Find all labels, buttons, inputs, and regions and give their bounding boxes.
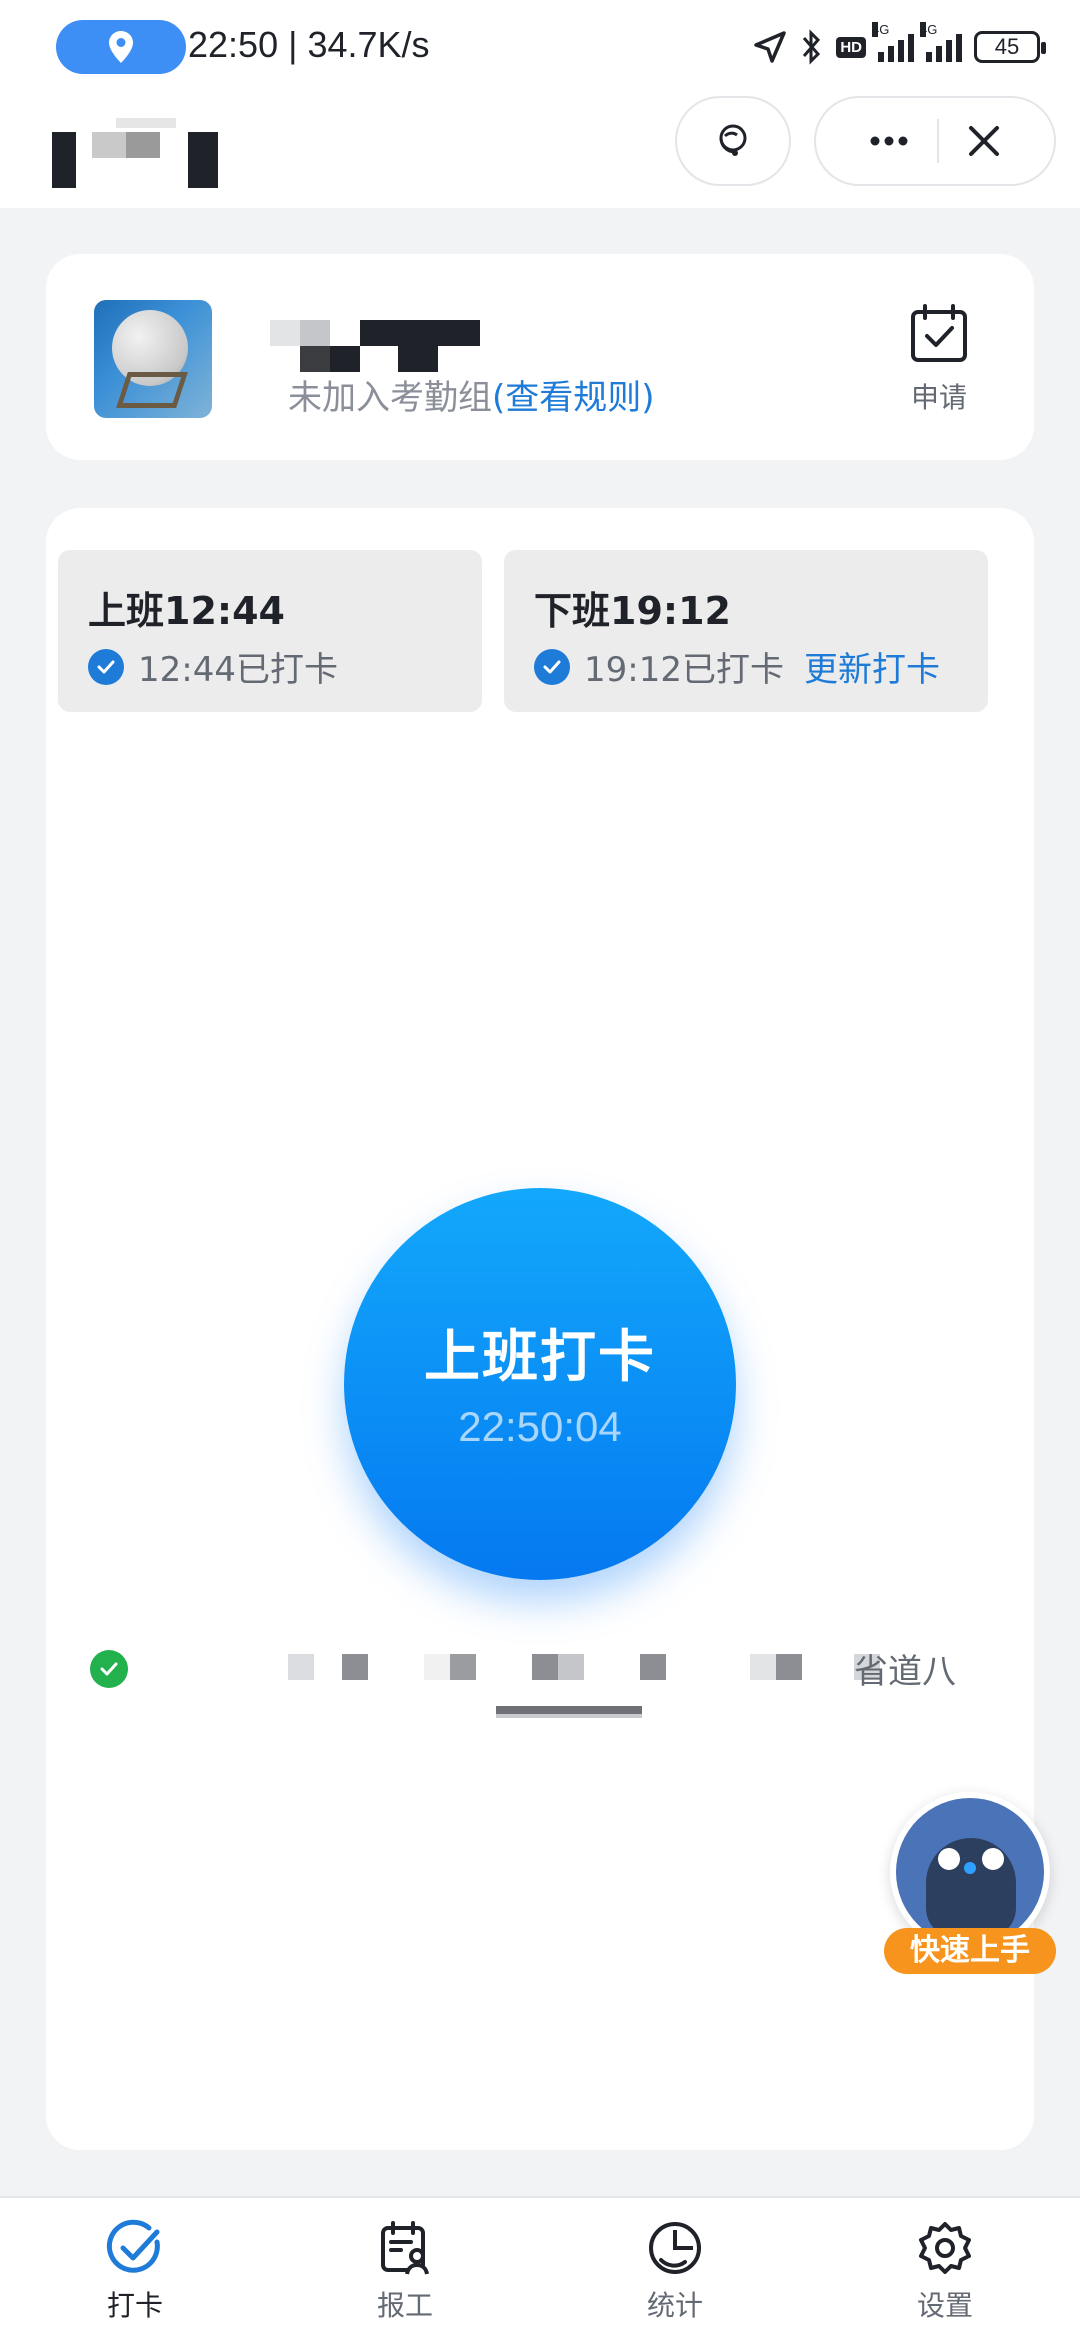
- title-bar: [0, 96, 1080, 208]
- apply-button[interactable]: 申请: [902, 302, 976, 416]
- signal-icon: 4G: [872, 22, 914, 62]
- location-indicator: [56, 20, 186, 74]
- status-icons: HD 4G 4G 45: [752, 22, 1046, 72]
- location-status: 省道八: [90, 1650, 1010, 1770]
- navigation-arrow-icon: [754, 31, 787, 63]
- group-status-text: 未加入考勤组: [288, 378, 492, 418]
- nav-label: 打卡: [106, 2289, 163, 2322]
- nav-label: 报工: [376, 2289, 433, 2322]
- nav-item-punch[interactable]: 打卡: [0, 2198, 270, 2340]
- page-title-redacted: [52, 118, 218, 188]
- punch-clock: 22:50:04: [458, 1402, 622, 1450]
- checked-icon: [534, 648, 570, 685]
- shift-status-text: 12:44已打卡: [138, 650, 338, 690]
- shift-status: 19:12已打卡 更新打卡: [534, 642, 940, 691]
- checked-icon: [88, 648, 124, 685]
- menu-divider: [937, 119, 939, 163]
- profile-card: 未加入考勤组(查看规则) 申请: [46, 254, 1034, 460]
- quick-start-helper[interactable]: 快速上手: [884, 1786, 1056, 1974]
- signal-icon: 4G: [920, 22, 962, 62]
- status-time: 22:50 | 34.7K/s: [188, 24, 430, 65]
- bottom-nav: 打卡 报工 统计 设置: [0, 2196, 1080, 2340]
- user-name-redacted: [270, 320, 480, 372]
- punch-label: 上班打卡: [424, 1324, 656, 1390]
- nav-item-settings[interactable]: 设置: [810, 2198, 1080, 2340]
- pie-chart-icon: [649, 2222, 701, 2274]
- battery-indicator: 45: [974, 31, 1046, 63]
- calendar-check-icon: [911, 304, 967, 362]
- attendance-group-status: 未加入考勤组(查看规则): [288, 370, 655, 419]
- shift-status-text: 19:12已打卡: [584, 650, 784, 690]
- bluetooth-icon: [803, 29, 821, 65]
- view-rules-link[interactable]: (查看规则): [492, 378, 655, 418]
- more-icon[interactable]: [869, 135, 909, 147]
- shift-on-duty: 上班12:44 12:44已打卡: [58, 550, 482, 712]
- nav-item-stats[interactable]: 统计: [540, 2198, 810, 2340]
- apply-label: 申请: [910, 381, 967, 414]
- nav-item-report[interactable]: 报工: [270, 2198, 540, 2340]
- headset-icon: [719, 124, 747, 156]
- location-pin-icon: [109, 31, 133, 63]
- nav-label: 设置: [916, 2289, 973, 2322]
- location-ok-icon: [90, 1650, 128, 1688]
- punch-in-button[interactable]: 上班打卡 22:50:04: [344, 1188, 736, 1580]
- nav-label: 统计: [646, 2289, 703, 2322]
- gear-icon: [919, 2222, 971, 2274]
- quick-start-tag: 快速上手: [884, 1928, 1056, 1974]
- network-type-label: 4G: [920, 22, 938, 37]
- shift-off-duty: 下班19:12 19:12已打卡 更新打卡: [504, 550, 988, 712]
- close-icon[interactable]: [967, 124, 1001, 158]
- address-text: 省道八: [854, 1652, 956, 1692]
- hd-badge: HD: [836, 36, 866, 58]
- shift-title: 上班12:44: [88, 589, 285, 633]
- calendar-person-icon: [381, 2221, 429, 2275]
- update-punch-link[interactable]: 更新打卡: [804, 642, 940, 691]
- mini-program-menu: [814, 96, 1056, 186]
- avatar: [94, 300, 212, 418]
- shift-title: 下班19:12: [534, 589, 731, 633]
- shift-status: 12:44已打卡: [88, 642, 338, 691]
- check-icon: [106, 2219, 160, 2273]
- customer-service-button[interactable]: [675, 96, 791, 186]
- network-type-label: 4G: [872, 22, 890, 37]
- status-bar: 22:50 | 34.7K/s HD 4G 4G 45: [0, 0, 1080, 96]
